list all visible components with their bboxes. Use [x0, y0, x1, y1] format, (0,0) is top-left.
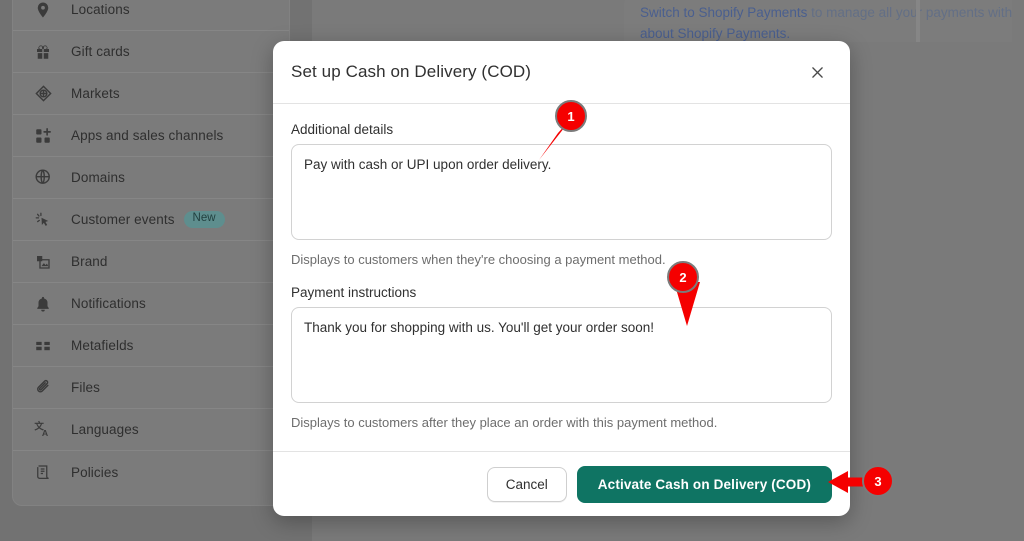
settings-sidebar: Locations Gift cards Markets Apps and sa… — [12, 0, 290, 506]
apps-plus-icon — [33, 126, 53, 146]
translate-icon: 文A — [33, 420, 53, 440]
activate-cod-button[interactable]: Activate Cash on Delivery (COD) — [576, 465, 832, 503]
sidebar-item-label: Languages — [71, 422, 139, 437]
payment-instructions-textarea[interactable] — [291, 307, 832, 403]
metafields-icon — [33, 336, 53, 356]
sidebar-item-domains[interactable]: Domains — [13, 157, 289, 199]
sidebar-item-label: Notifications — [71, 296, 146, 311]
page-title: Set up Cash on Delivery (COD) — [291, 62, 532, 81]
annotation-marker-1: 1 — [555, 100, 587, 132]
close-icon[interactable] — [802, 57, 832, 87]
svg-text:A: A — [41, 428, 48, 438]
gift-icon — [33, 42, 53, 62]
sidebar-item-brand[interactable]: Brand — [13, 241, 289, 283]
sidebar-item-label: Gift cards — [71, 44, 130, 59]
screen: Switch to Shopify Payments to manage all… — [0, 0, 1024, 541]
sidebar-item-label: Policies — [71, 464, 119, 480]
sidebar-item-customer-events[interactable]: Customer events New — [13, 199, 289, 241]
sidebar-item-label: Files — [71, 380, 101, 395]
sidebar-item-gift-cards[interactable]: Gift cards — [13, 31, 289, 73]
banner-text-rest: to manage all your payments within Shopi… — [811, 5, 1012, 20]
modal-footer: Cancel Activate Cash on Delivery (COD) — [273, 451, 850, 516]
globe-target-icon — [33, 84, 53, 104]
sidebar-item-label: Locations — [71, 2, 130, 17]
location-pin-icon — [33, 0, 53, 20]
additional-details-help-text: Displays to customers when they're choos… — [291, 252, 666, 267]
sidebar-item-apps-and-sales-channels[interactable]: Apps and sales channels — [13, 115, 289, 157]
switch-to-shopify-payments-link[interactable]: Switch to Shopify Payments — [640, 5, 807, 20]
modal-header: Set up Cash on Delivery (COD) — [273, 41, 850, 104]
bell-icon — [33, 294, 53, 314]
sidebar-item-markets[interactable]: Markets — [13, 73, 289, 115]
sidebar-item-policies[interactable]: Policies — [13, 451, 289, 493]
payment-instructions-label: Payment instructions — [291, 285, 417, 300]
cursor-click-icon — [33, 210, 53, 230]
sidebar-item-label: Brand — [71, 254, 108, 269]
sidebar-item-label: Customer events — [71, 212, 175, 227]
sidebar-item-files[interactable]: Files — [13, 367, 289, 409]
cancel-button[interactable]: Cancel — [486, 466, 567, 502]
banner-text-line2: about Shopify Payments. — [640, 26, 791, 41]
payments-banner-clip: Switch to Shopify Payments to manage all… — [312, 0, 1012, 42]
sidebar-item-label: Apps and sales channels — [71, 128, 224, 143]
status-badge: New — [183, 211, 225, 228]
annotation-marker-3: 3 — [862, 465, 894, 497]
sidebar-item-notifications[interactable]: Notifications — [13, 283, 289, 325]
brand-image-icon — [33, 252, 53, 272]
banner-text: Switch to Shopify Payments to manage all… — [640, 2, 1012, 42]
sidebar-item-label: Markets — [71, 86, 120, 101]
annotation-marker-2: 2 — [667, 261, 699, 293]
shopify-payments-banner: Switch to Shopify Payments to manage all… — [624, 0, 1012, 42]
sidebar-item-languages[interactable]: 文A Languages — [13, 409, 289, 451]
globe-icon — [33, 168, 53, 188]
paperclip-icon — [33, 378, 53, 398]
scroll-document-icon — [33, 462, 53, 482]
sidebar-item-label: Domains — [71, 170, 125, 185]
sidebar-item-metafields[interactable]: Metafields — [13, 325, 289, 367]
payment-instructions-help-text: Displays to customers after they place a… — [291, 415, 718, 430]
banner-right-edge — [916, 0, 920, 42]
sidebar-item-label: Metafields — [71, 338, 134, 353]
sidebar-item-locations[interactable]: Locations — [13, 0, 289, 31]
